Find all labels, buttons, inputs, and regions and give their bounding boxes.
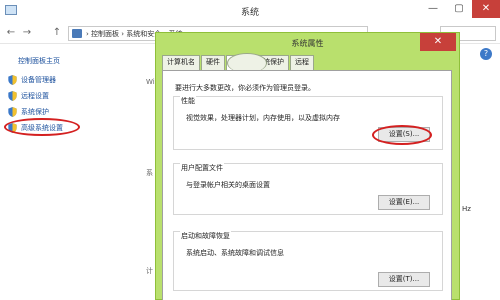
group-description: 视觉效果，处理器计划，内存使用，以及虚拟内存 [186,114,340,122]
group-description: 与登录帐户相关的桌面设置 [186,181,270,189]
admin-note: 要进行大多数更改，你必须作为管理员登录。 [175,84,315,92]
group-title: 启动和故障恢复 [180,231,231,241]
performance-group: 性能 视觉效果，处理器计划，内存使用，以及虚拟内存 设置(S)... [173,96,443,150]
content-edge [460,44,500,300]
sidebar-item-advanced-system-settings[interactable]: 高级系统设置 [8,122,63,134]
system-window-titlebar: 系统 — ▢ ✕ [0,0,500,22]
tab-hardware[interactable]: 硬件 [201,55,225,70]
back-arrow-icon[interactable]: ← [4,26,18,40]
sidebar-item-label: 高级系统设置 [21,124,63,132]
help-icon[interactable]: ? [480,48,492,60]
tab-computer-name[interactable]: 计算机名 [162,55,200,70]
shield-icon [8,75,17,85]
up-arrow-icon[interactable]: ↑ [50,26,64,40]
dialog-titlebar: 系统属性 ✕ [156,33,459,55]
user-profiles-settings-button[interactable]: 设置(E)... [378,195,430,210]
partial-text: Wi [146,78,155,86]
startup-recovery-settings-button[interactable]: 设置(T)... [378,272,430,287]
tab-remote[interactable]: 远程 [290,55,314,70]
tab-strip: 计算机名 硬件 高级 系统保护 远程 [162,55,315,71]
group-title: 性能 [180,96,196,106]
user-profiles-group: 用户配置文件 与登录帐户相关的桌面设置 设置(E)... [173,163,443,215]
sidebar-item-device-manager[interactable]: 设备管理器 [8,74,56,86]
sidebar-item-label: 系统保护 [21,108,49,116]
shield-icon [8,123,17,133]
partial-text: 计 [146,267,153,275]
sidebar-item-label: 设备管理器 [21,76,56,84]
sidebar-item-system-protection[interactable]: 系统保护 [8,106,49,118]
dialog-close-button[interactable]: ✕ [420,33,456,51]
forward-arrow-icon[interactable]: → [20,26,34,40]
sidebar: 控制面板主页 设备管理器 远程设置 系统保护 高级系统设置 [0,44,140,300]
sidebar-item-remote-settings[interactable]: 远程设置 [8,90,49,102]
group-title: 用户配置文件 [180,163,224,173]
performance-settings-button[interactable]: 设置(S)... [378,127,430,142]
partial-text: Hz [462,205,471,213]
shield-icon [8,91,17,101]
control-panel-icon [72,29,82,38]
startup-recovery-group: 启动和故障恢复 系统启动、系统故障和调试信息 设置(T)... [173,231,443,291]
minimize-button[interactable]: — [420,0,446,18]
partial-text: 系 [146,169,153,177]
advanced-tab-panel: 要进行大多数更改，你必须作为管理员登录。 性能 视觉效果，处理器计划，内存使用，… [162,70,452,300]
tab-advanced[interactable]: 高级 [226,55,250,71]
shield-icon [8,107,17,117]
control-panel-home-link[interactable]: 控制面板主页 [18,56,60,66]
dialog-title: 系统属性 [291,39,324,48]
tab-system-protection[interactable]: 系统保护 [251,55,289,70]
maximize-button[interactable]: ▢ [446,0,472,18]
sidebar-item-label: 远程设置 [21,92,49,100]
group-description: 系统启动、系统故障和调试信息 [186,249,284,257]
close-button[interactable]: ✕ [472,0,500,18]
system-properties-dialog: 系统属性 ✕ 计算机名 硬件 高级 系统保护 远程 要进行大多数更改，你必须作为… [155,32,460,300]
